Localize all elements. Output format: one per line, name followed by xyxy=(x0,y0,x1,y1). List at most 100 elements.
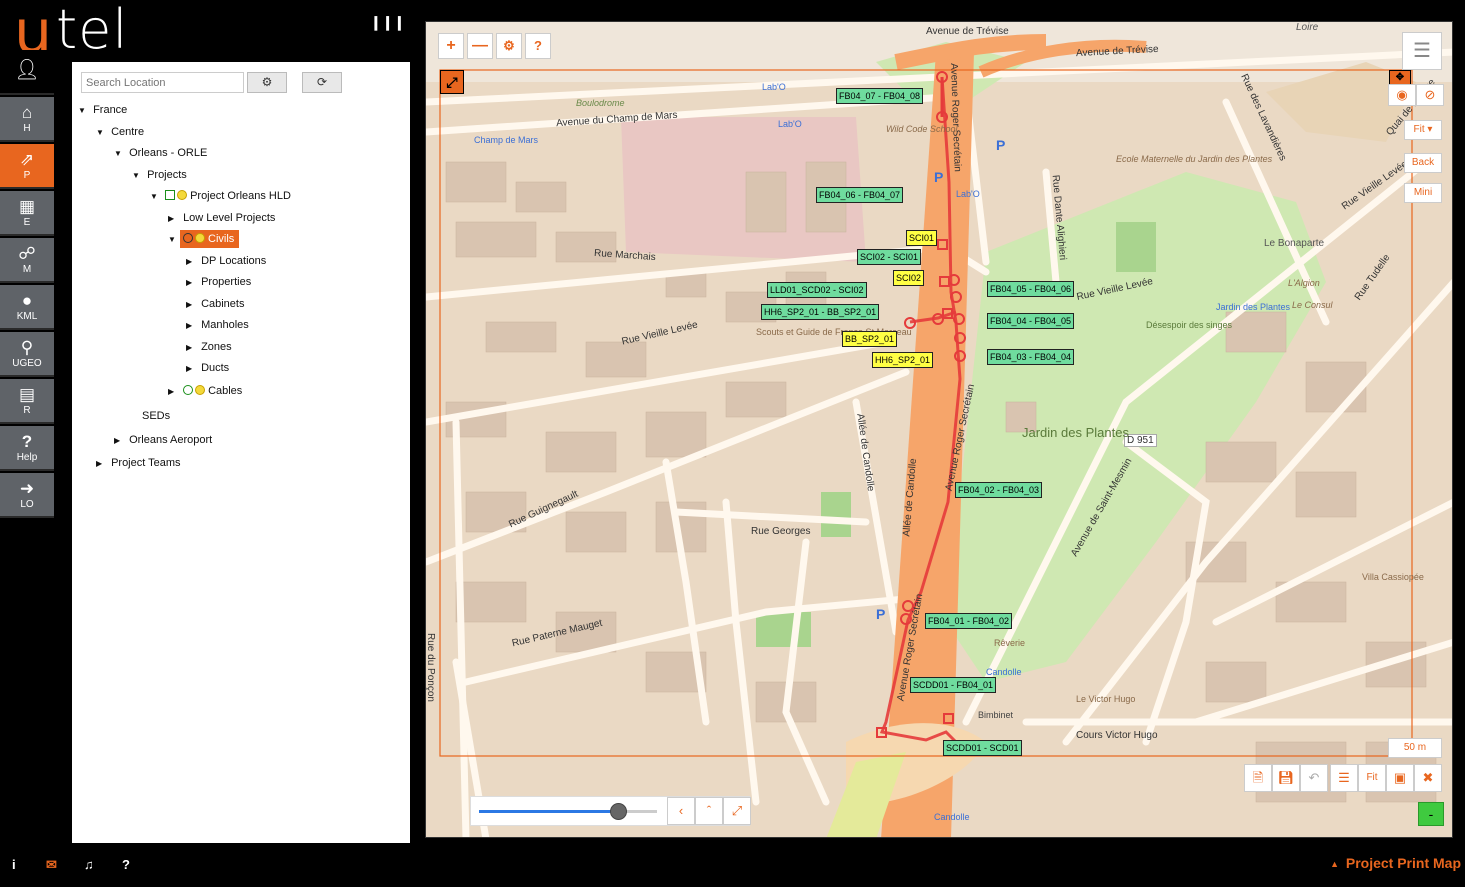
segment-label[interactable]: FB04_04 - FB04_05 xyxy=(987,313,1075,329)
tree-label: Properties xyxy=(201,276,252,288)
zoom-out-button[interactable]: — xyxy=(467,33,493,59)
nav-kml[interactable]: ● KML xyxy=(0,285,54,330)
tree-label: Project Teams xyxy=(111,457,181,469)
chip-icon: ▦ xyxy=(18,197,36,216)
tree-node-aeroport[interactable]: ▶ Orleans Aeroport xyxy=(114,431,212,449)
street-label: Rue Georges xyxy=(751,526,811,537)
list-button[interactable]: ☰ xyxy=(1330,764,1358,792)
caret-up-icon[interactable]: ▲ xyxy=(1330,859,1339,869)
triangle-right-icon: ▶ xyxy=(186,321,193,330)
tree-node-seds[interactable]: SEDs xyxy=(142,407,170,425)
tree-label: Cables xyxy=(208,385,243,397)
tree-node-cabinets[interactable]: ▶ Cabinets xyxy=(186,295,244,313)
play-icon[interactable] xyxy=(177,190,188,200)
refresh-button[interactable]: ⟳ xyxy=(302,72,342,93)
close-button[interactable]: ✖ xyxy=(1414,764,1442,792)
question-icon[interactable]: ? xyxy=(122,857,130,872)
settings-button[interactable]: ⚙ xyxy=(247,72,287,93)
segment-label[interactable]: HH6_SP2_01 - BB_SP2_01 xyxy=(761,304,880,320)
segment-label[interactable]: FB04_03 - FB04_04 xyxy=(987,349,1075,365)
layers-button[interactable]: ☰ xyxy=(1402,32,1442,70)
card-icon: ▤ xyxy=(18,385,36,404)
hide-button[interactable]: ⊘ xyxy=(1416,84,1444,106)
map-view[interactable]: PPP Avenue de Trévise Avenue de Trévise … xyxy=(425,21,1453,838)
nav-equipment[interactable]: ▦ E xyxy=(0,191,54,236)
plus-icon: + xyxy=(446,37,456,54)
circle-icon[interactable] xyxy=(183,233,193,243)
tree-node-manholes[interactable]: ▶ Manholes xyxy=(186,316,249,334)
pdf-button[interactable]: 🗎︎ xyxy=(1244,764,1272,792)
mail-icon[interactable]: ✉ xyxy=(46,857,57,873)
segment-label[interactable]: FB04_07 - FB04_08 xyxy=(836,88,924,104)
tree-node-low-level[interactable]: ▶ Low Level Projects xyxy=(168,209,275,227)
back-button[interactable]: Back xyxy=(1404,153,1442,173)
tree-node-dp-locations[interactable]: ▶ DP Locations xyxy=(186,252,266,270)
tree-node-orleans[interactable]: ▼ Orleans - ORLE xyxy=(114,144,207,162)
segment-label[interactable]: FB04_05 - FB04_06 xyxy=(987,281,1075,297)
mini-button[interactable]: Mini xyxy=(1404,183,1442,203)
tree-node-properties[interactable]: ▶ Properties xyxy=(186,273,251,291)
zoom-in-button[interactable]: + xyxy=(438,33,464,59)
user-button[interactable]: 👤︎ xyxy=(0,50,54,95)
bell-icon[interactable]: ♫ xyxy=(84,857,94,872)
segment-label[interactable]: SCI02 - SCI01 xyxy=(857,249,922,265)
tree-node-projects[interactable]: ▼ Projects xyxy=(132,166,187,184)
save-button[interactable]: 💾︎ xyxy=(1272,764,1300,792)
tree-label: Centre xyxy=(111,126,145,138)
tree-node-cables[interactable]: ▶ Cables xyxy=(168,382,242,400)
segment-label[interactable]: HH6_SP2_01 xyxy=(872,352,934,368)
pin-icon: ● xyxy=(21,291,33,310)
nav-projects[interactable]: ⇗ P xyxy=(0,144,54,189)
slider-thumb[interactable] xyxy=(609,803,627,820)
bottom-bar: i ✉ ♫ ? ▲ Project Print Map xyxy=(0,843,1465,887)
tree-node-civils[interactable]: ▼ Civils xyxy=(168,230,240,248)
nav-ugeo[interactable]: ⚲ UGEO xyxy=(0,332,54,377)
segment-label[interactable]: SCI01 xyxy=(906,230,938,246)
nav-reports[interactable]: ▤ R xyxy=(0,379,54,424)
print-map-title: Project Print Map xyxy=(1345,855,1461,871)
segment-label[interactable]: BB_SP2_01 xyxy=(842,331,898,347)
tree-node-project-hld[interactable]: ▼ Project Orleans HLD xyxy=(150,187,291,205)
civils-selected[interactable]: Civils xyxy=(180,230,240,248)
segment-label[interactable]: FB04_02 - FB04_03 xyxy=(955,482,1043,498)
minus-icon: — xyxy=(472,37,488,54)
tree-node-ducts[interactable]: ▶ Ducts xyxy=(186,359,229,377)
minimize-button[interactable]: - xyxy=(1418,802,1444,826)
play-icon[interactable] xyxy=(195,385,206,395)
nav-home[interactable]: ⌂ H xyxy=(0,97,54,142)
segment-label[interactable]: LLD01_SCD02 - SCI02 xyxy=(767,282,867,298)
chevron-up-icon: ˆ xyxy=(706,803,712,818)
circle-icon[interactable] xyxy=(183,385,194,395)
columns-icon[interactable]: ❙❙❙ xyxy=(370,14,405,32)
show-button[interactable]: ◉ xyxy=(1388,84,1416,106)
fit-dropdown[interactable]: Fit ▾ xyxy=(1404,120,1442,140)
nav-help[interactable]: ? Help xyxy=(0,426,54,471)
search-location-input[interactable] xyxy=(81,72,244,93)
nav-map[interactable]: ☍ M xyxy=(0,238,54,283)
segment-label[interactable]: SCI02 xyxy=(893,270,925,286)
expand-button[interactable]: ⤢ xyxy=(723,797,751,825)
street-label: Loire xyxy=(1296,22,1319,33)
tree-node-teams[interactable]: ▶ Project Teams xyxy=(96,454,181,472)
tree-label: Cabinets xyxy=(201,298,245,310)
up-button[interactable]: ˆ xyxy=(695,797,723,825)
map-help-button[interactable]: ? xyxy=(525,33,551,59)
note-button[interactable]: ▣ xyxy=(1386,764,1414,792)
segment-label[interactable]: SCDD01 - SCD01 xyxy=(943,740,1022,756)
segment-label[interactable]: SCDD01 - FB04_01 xyxy=(910,677,997,693)
map-settings-button[interactable]: ⚙ xyxy=(496,33,522,59)
info-icon[interactable]: i xyxy=(12,857,16,872)
undo-button[interactable]: ↶ xyxy=(1300,764,1328,792)
fit-button[interactable]: Fit xyxy=(1358,764,1386,792)
tree-node-zones[interactable]: ▶ Zones xyxy=(186,338,232,356)
segment-label[interactable]: FB04_01 - FB04_02 xyxy=(925,613,1013,629)
place-label: L'Algion xyxy=(1288,278,1320,288)
tree-node-france[interactable]: ▼ France xyxy=(78,101,127,119)
prev-button[interactable]: ‹ xyxy=(667,797,695,825)
nav-logout[interactable]: ➜ LO xyxy=(0,473,54,518)
checkbox-icon[interactable] xyxy=(165,190,176,200)
segment-label[interactable]: FB04_06 - FB04_07 xyxy=(816,187,904,203)
play-icon[interactable] xyxy=(195,233,205,243)
resize-frame-button[interactable]: ⤢ xyxy=(440,70,464,94)
tree-node-centre[interactable]: ▼ Centre xyxy=(96,123,144,141)
